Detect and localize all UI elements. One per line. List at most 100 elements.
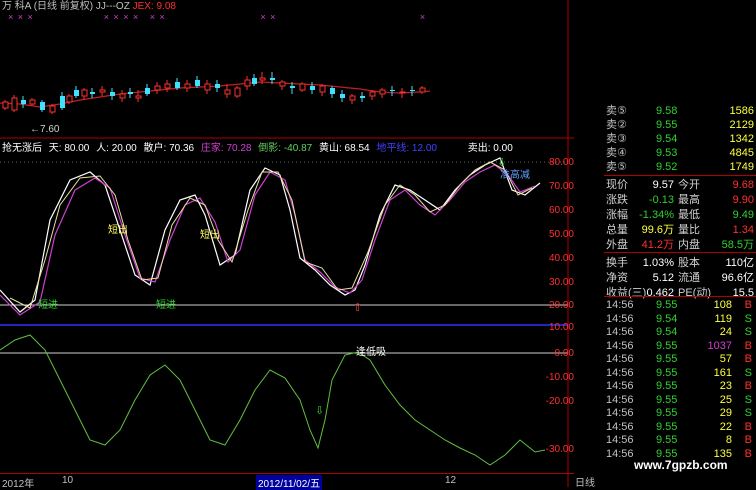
candle-body bbox=[399, 91, 406, 94]
candle-body bbox=[204, 83, 211, 91]
stat-value: 9.57 bbox=[652, 179, 674, 191]
stat-value: 110亿 bbox=[725, 257, 754, 269]
candle-body bbox=[299, 83, 306, 91]
yellow-mountain-line bbox=[9, 161, 533, 309]
candle-body bbox=[119, 93, 126, 99]
axis-label: -30.00 bbox=[545, 444, 574, 455]
candle-body bbox=[330, 88, 335, 94]
selected-date[interactable]: 2012/11/02/五 bbox=[256, 475, 323, 490]
candle-body bbox=[184, 83, 191, 89]
indicator-item: 庄家: 70.28 bbox=[200, 143, 252, 154]
candle-body bbox=[195, 80, 200, 86]
trade-volume: 108 bbox=[713, 299, 732, 311]
stat-value: -1.34% bbox=[639, 209, 674, 221]
jex-value: JEX: 9.08 bbox=[132, 1, 176, 12]
stat-value: -0.13 bbox=[648, 194, 674, 206]
chart-area[interactable]: ⇧ ⇩ ⇩ 万 科A (日线 前复权) JJ---OZ JEX: 9.08 × … bbox=[0, 0, 574, 490]
trade-time: 14:56 bbox=[606, 299, 634, 311]
chart-canvas: ⇧ ⇩ ⇩ bbox=[0, 0, 574, 487]
stat-value: 1.03% bbox=[642, 257, 674, 269]
indicator-item: 卖出: 0.00 bbox=[467, 143, 513, 154]
candle-body bbox=[21, 100, 26, 104]
candle-body bbox=[234, 87, 241, 97]
stat-row: 换手 1.03% 股本 110亿 bbox=[604, 256, 756, 270]
trade-time: 14:56 bbox=[606, 407, 634, 419]
candle-body bbox=[128, 92, 133, 94]
trade-price: 9.55 bbox=[656, 380, 678, 392]
stat-label: 总量 bbox=[606, 224, 628, 236]
chart-mode: (日线 前复权) bbox=[33, 1, 94, 12]
ask-label: 卖⑤ bbox=[606, 105, 627, 117]
ask-row: 卖③ 9.54 1342 bbox=[604, 132, 756, 146]
ask-price: 9.55 bbox=[656, 119, 678, 131]
trade-row: 14:56 9.54 24 S bbox=[604, 325, 756, 339]
trade-price: 9.55 bbox=[656, 339, 678, 352]
divider bbox=[604, 175, 756, 176]
stat-label: 今开 bbox=[678, 179, 700, 191]
axis-label: -20.00 bbox=[545, 396, 574, 407]
ask-label: 卖③ bbox=[606, 133, 627, 145]
stat-row: 涨跌 -0.13 最高 9.90 bbox=[604, 193, 756, 207]
trade-volume: 1037 bbox=[707, 339, 732, 352]
trade-row: 14:56 9.55 29 S bbox=[604, 406, 756, 420]
stock-name: 万 科A bbox=[2, 1, 31, 12]
divider bbox=[604, 296, 756, 297]
candle-body bbox=[379, 89, 386, 95]
annotation-short-in-1: 短进 bbox=[38, 300, 58, 311]
indicator-item: 倒影: -40.87 bbox=[258, 143, 313, 154]
trade-side: B bbox=[744, 447, 752, 460]
trade-side: B bbox=[744, 434, 752, 446]
signal-markers: × × × × × × × × × × × × bbox=[8, 12, 427, 22]
candle-body bbox=[360, 96, 365, 98]
candlestick-group bbox=[2, 72, 426, 114]
candle-body bbox=[252, 78, 257, 84]
price-low-label: ←7.60 bbox=[30, 124, 60, 135]
trade-price: 9.54 bbox=[656, 312, 678, 325]
stat-label: 净资 bbox=[606, 272, 628, 284]
trade-volume: 23 bbox=[719, 380, 732, 392]
candle-body bbox=[74, 90, 79, 96]
candle-body bbox=[290, 86, 295, 88]
candle-body bbox=[410, 90, 415, 91]
trade-volume: 8 bbox=[725, 434, 732, 446]
ask-volume: 1342 bbox=[729, 133, 754, 145]
indicator-item: 天: 80.00 bbox=[48, 143, 90, 154]
stat-value: 58.5万 bbox=[721, 239, 754, 251]
indicator-item: 人: 20.00 bbox=[96, 143, 137, 154]
candle-body bbox=[99, 89, 106, 93]
stat-value: 99.6万 bbox=[641, 224, 674, 236]
stat-label: 最高 bbox=[678, 194, 700, 206]
trade-time: 14:56 bbox=[606, 420, 634, 433]
candle-body bbox=[135, 95, 142, 99]
sell-arrow-icon-1: ⇩ bbox=[497, 156, 506, 169]
trade-side: S bbox=[744, 312, 752, 325]
annotation-high-reduce: 准高减 bbox=[500, 170, 530, 181]
date-label: 10 bbox=[62, 475, 74, 486]
ask-price: 9.52 bbox=[656, 161, 678, 173]
candle-body bbox=[215, 84, 220, 88]
stat-label: 流通 bbox=[678, 272, 700, 284]
trade-side: B bbox=[744, 420, 752, 433]
candle-body bbox=[60, 96, 65, 108]
buy-arrow-icon: ⇧ bbox=[353, 301, 362, 314]
trade-row: 14:56 9.55 8 B bbox=[604, 433, 756, 447]
candle-body bbox=[270, 78, 275, 80]
trade-time: 14:56 bbox=[606, 326, 634, 338]
axis-label: 40.00 bbox=[548, 253, 574, 264]
indicator-header: 抢无涨后 天: 80.00 人: 20.00 散户: 70.36 庄家: 70.… bbox=[2, 143, 517, 155]
trade-side: B bbox=[744, 380, 752, 392]
ask-label: 卖⑤ bbox=[606, 161, 627, 173]
trade-price: 9.55 bbox=[656, 407, 678, 419]
trade-price: 9.55 bbox=[656, 353, 678, 365]
indicator-name: 抢无涨后 bbox=[2, 143, 42, 154]
candle-body bbox=[145, 88, 150, 94]
trade-price: 9.54 bbox=[656, 326, 678, 338]
candle-body bbox=[175, 82, 180, 88]
candle-body bbox=[369, 91, 376, 97]
trade-price: 9.55 bbox=[656, 299, 678, 311]
candle-body bbox=[90, 92, 95, 94]
stat-value: 41.2万 bbox=[641, 239, 674, 251]
stat-value: 5.12 bbox=[652, 272, 674, 284]
stat-label: 内盘 bbox=[678, 239, 700, 251]
stat-label: 外盘 bbox=[606, 239, 628, 251]
